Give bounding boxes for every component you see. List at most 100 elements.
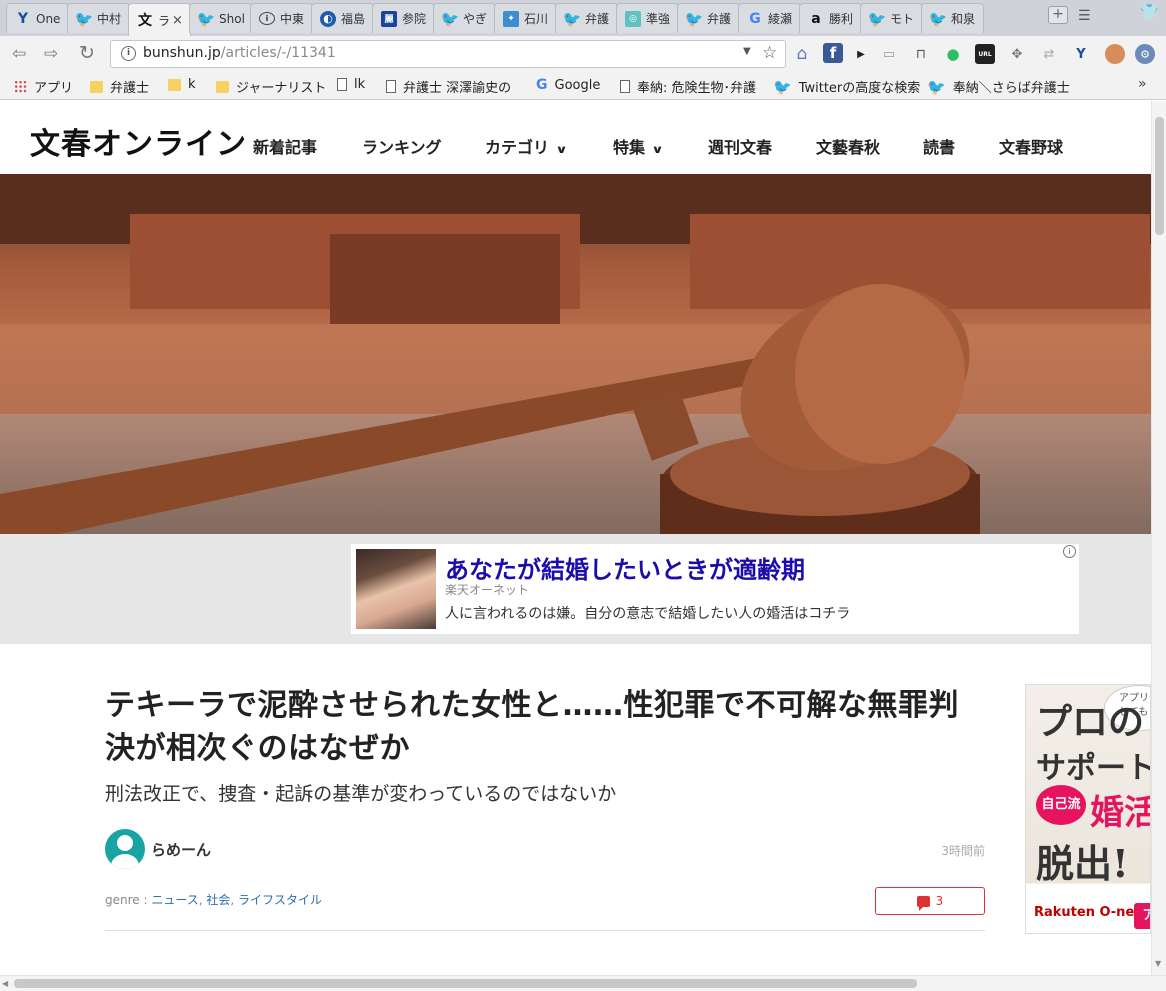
comments-button[interactable]: 3 bbox=[875, 887, 985, 915]
tab-favicon-icon: G bbox=[749, 10, 761, 27]
nav-item[interactable]: 文藝春秋 bbox=[816, 134, 880, 158]
home-icon[interactable]: ⌂ bbox=[792, 44, 812, 64]
browser-tab[interactable]: 🐦 やぎ bbox=[433, 3, 496, 33]
tab-favicon-icon: a bbox=[811, 10, 821, 27]
avatar[interactable] bbox=[105, 829, 145, 869]
sidebar-ad[interactable]: アプリや 試しても プロの サポート 自己流 婚活 脱出! Rakuten O-… bbox=[1025, 684, 1151, 934]
vertical-scrollbar[interactable]: ▼ bbox=[1151, 101, 1166, 975]
browser-tab[interactable]: 🐦 和泉 bbox=[921, 3, 984, 33]
address-bar[interactable]: i bunshun.jp/articles/-/11341 ▼ ☆ bbox=[110, 40, 786, 68]
browser-tab[interactable]: 文ラ × bbox=[128, 3, 191, 36]
bookmark-label: Google bbox=[554, 77, 601, 93]
bookmark-item[interactable]: lk bbox=[337, 77, 365, 92]
info-icon[interactable]: i bbox=[121, 46, 136, 61]
genre-label: genre : bbox=[105, 893, 152, 907]
vertical-scroll-thumb[interactable] bbox=[1155, 117, 1164, 235]
genre-link[interactable]: ライフスタイル bbox=[238, 893, 322, 907]
nav-item-label: 文藝春秋 bbox=[816, 138, 881, 157]
rakuten-logo: Rakuten O-net bbox=[1034, 905, 1141, 920]
play-icon[interactable]: ▶ bbox=[851, 44, 871, 64]
tab-list-icon[interactable]: ☰ bbox=[1078, 8, 1091, 24]
browser-tab[interactable]: 🐦 モト bbox=[860, 3, 923, 33]
bookmark-label: 奉納＼さらば弁護士 bbox=[952, 81, 1070, 96]
author-block[interactable]: らめーん bbox=[105, 829, 211, 869]
tab-favicon-icon: ◎ bbox=[625, 10, 641, 27]
article-subtitle: 刑法改正で、捜査・起訴の基準が変わっているのではないか bbox=[105, 783, 617, 805]
y-extension-icon[interactable]: Y bbox=[1071, 44, 1091, 64]
nav-item[interactable]: 特集 ∨ bbox=[613, 134, 664, 158]
bookmark-item[interactable]: ジャーナリスト bbox=[216, 77, 326, 96]
browser-tab[interactable]: 🐦 中村 bbox=[67, 3, 130, 33]
side-ad-badge: 自己流 bbox=[1036, 785, 1086, 825]
nav-item[interactable]: 週刊文春 bbox=[708, 134, 772, 158]
bookmark-item[interactable]: 弁護士 bbox=[90, 77, 149, 96]
bookmark-item[interactable]: G Google bbox=[536, 77, 600, 93]
page-icon bbox=[620, 80, 630, 93]
browser-tab[interactable]: 🐦 弁護 bbox=[555, 3, 618, 33]
genre-link[interactable]: ニュース bbox=[151, 893, 198, 907]
tab-title: 弁護 bbox=[707, 12, 732, 26]
bookmark-item[interactable]: 🐦 奉納＼さらば弁護士 bbox=[927, 77, 1070, 97]
article-title: テキーラで泥酔させられた女性と……性犯罪で不可解な無罪判決が相次ぐのはなぜか bbox=[105, 688, 959, 766]
new-tab-button[interactable]: + bbox=[1048, 6, 1068, 24]
bookmark-item[interactable]: k bbox=[168, 77, 196, 92]
genre-links: ニュース, 社会, ライフスタイル bbox=[151, 893, 322, 907]
scroll-down-arrow-icon[interactable]: ▼ bbox=[1155, 959, 1161, 968]
tab-favicon-icon: 🐦 bbox=[562, 9, 582, 28]
reload-button[interactable]: ↻ bbox=[79, 42, 95, 64]
close-tab-icon[interactable]: × bbox=[172, 13, 183, 28]
horizontal-scrollbar[interactable]: ◀ bbox=[0, 975, 1166, 991]
url-text[interactable]: bunshun.jp/articles/-/11341 bbox=[143, 45, 336, 61]
nav-item[interactable]: 文春野球 bbox=[999, 134, 1063, 158]
browser-tab[interactable]: i 中東 bbox=[250, 3, 313, 33]
avatar-extension-icon[interactable] bbox=[1105, 44, 1125, 64]
evernote-icon[interactable]: ● bbox=[943, 44, 963, 64]
browser-tab[interactable]: ✦ 石川 bbox=[494, 3, 557, 33]
back-button[interactable]: ⇦ bbox=[12, 44, 26, 64]
bookmark-star-icon[interactable]: ☆ bbox=[762, 43, 777, 63]
bookmark-item[interactable]: アプリ bbox=[14, 77, 73, 96]
move-icon[interactable]: ✥ bbox=[1007, 44, 1027, 64]
ad-photo[interactable] bbox=[356, 549, 436, 629]
page-icon bbox=[337, 78, 347, 91]
tab-title: 福島 bbox=[341, 12, 366, 26]
browser-tab[interactable]: 🐦 Shol bbox=[189, 3, 252, 33]
browser-tab[interactable]: 麗参院 bbox=[372, 3, 435, 33]
bookmark-item[interactable]: 弁護士 深澤諭史の bbox=[386, 77, 511, 96]
nav-item[interactable]: ランキング bbox=[362, 134, 442, 158]
horizontal-scroll-thumb[interactable] bbox=[14, 979, 917, 988]
browser-tab[interactable]: ◐ 福島 bbox=[311, 3, 374, 33]
bookmark-icon[interactable]: ⊓ bbox=[911, 44, 931, 64]
bookmarks-overflow-button[interactable]: » bbox=[1138, 76, 1147, 92]
facebook-icon[interactable]: f bbox=[823, 43, 843, 63]
forward-button[interactable]: ⇨ bbox=[44, 44, 58, 64]
side-ad-cta[interactable]: ア bbox=[1134, 903, 1150, 929]
tab-favicon-icon: Y bbox=[17, 10, 29, 27]
ad-banner[interactable]: あなたが結婚したいときが適齢期 楽天オーネット 人に言われるのは嫌。自分の意志で… bbox=[351, 544, 1079, 634]
tab-favicon-icon: i bbox=[259, 12, 275, 25]
dropdown-arrow-icon[interactable]: ▼ bbox=[743, 46, 751, 57]
nav-item[interactable]: 新着記事 bbox=[253, 134, 317, 158]
ad-headline[interactable]: あなたが結婚したいときが適齢期 bbox=[445, 550, 805, 585]
reader-icon[interactable]: ▭ bbox=[879, 44, 899, 64]
browser-tab[interactable]: a 勝利 bbox=[799, 3, 862, 33]
url-shortener-icon[interactable]: URL bbox=[975, 44, 995, 64]
profile-icon[interactable]: 👕 bbox=[1140, 3, 1159, 21]
tab-favicon-icon: 🐦 bbox=[440, 9, 460, 28]
settings-extension-icon[interactable]: ⚙ bbox=[1135, 44, 1155, 64]
genre-link[interactable]: 社会 bbox=[206, 893, 230, 907]
scroll-left-arrow-icon[interactable]: ◀ bbox=[2, 979, 8, 988]
shuffle-icon[interactable]: ⇄ bbox=[1039, 44, 1059, 64]
nav-item[interactable]: 読書 bbox=[923, 134, 955, 158]
author-name[interactable]: らめーん bbox=[151, 839, 211, 860]
browser-tab[interactable]: Y One bbox=[6, 3, 69, 33]
browser-tab[interactable]: 🐦 弁護 bbox=[677, 3, 740, 33]
bookmark-label: 弁護士 bbox=[110, 81, 150, 96]
adchoices-icon[interactable]: i bbox=[1063, 545, 1076, 558]
site-logo[interactable]: 文春オンライン bbox=[30, 119, 247, 163]
bookmark-item[interactable]: 奉納: 危険生物･弁護 bbox=[620, 77, 756, 96]
browser-tab[interactable]: ◎ 準強 bbox=[616, 3, 679, 33]
nav-item[interactable]: カテゴリ ∨ bbox=[485, 134, 568, 158]
bookmark-item[interactable]: 🐦 Twitterの高度な検索 bbox=[773, 77, 920, 97]
browser-tab[interactable]: G 綾瀬 bbox=[738, 3, 801, 33]
